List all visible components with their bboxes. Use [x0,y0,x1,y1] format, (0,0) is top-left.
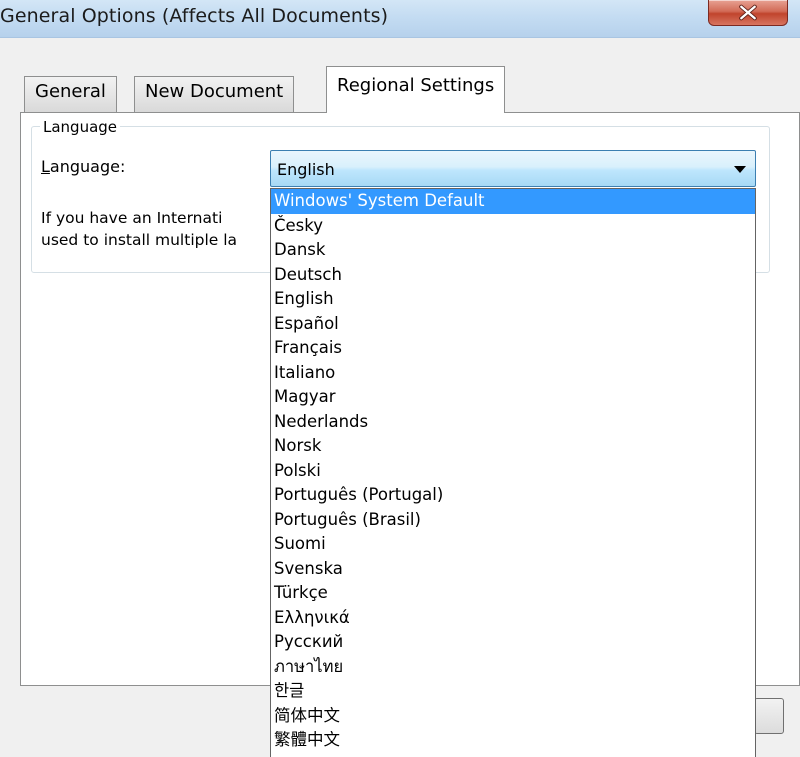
dropdown-option[interactable]: Česky [271,214,755,239]
tab-general[interactable]: General [24,76,117,112]
dropdown-option[interactable]: 한글 [271,679,755,704]
dialog-button[interactable] [754,698,784,734]
label-text: anguage: [49,157,126,176]
dropdown-option[interactable]: Nederlands [271,410,755,435]
dropdown-option[interactable]: Italiano [271,361,755,386]
info-line-1: If you have an Internati [41,209,223,227]
chevron-down-icon[interactable] [734,166,746,174]
dropdown-option[interactable]: Magyar [271,385,755,410]
title-bar: General Options (Affects All Documents) [0,0,800,38]
close-button[interactable] [708,0,788,26]
dropdown-option[interactable]: Português (Brasil) [271,508,755,533]
language-field-label: Language: [41,157,125,176]
dropdown-option[interactable]: ภาษาไทย [271,655,755,680]
close-icon [739,4,757,21]
dropdown-option[interactable]: Deutsch [271,263,755,288]
tab-regional-settings[interactable]: Regional Settings [326,66,506,113]
info-text: If you have an Internati used to install… [41,207,281,251]
tab-label: New Document [145,81,284,102]
language-combobox[interactable]: English [270,150,756,187]
dropdown-option[interactable]: Ελληνικά [271,606,755,631]
dropdown-option[interactable]: 简体中文 [271,704,755,729]
group-legend: Language [40,118,121,136]
dropdown-option[interactable]: Français [271,336,755,361]
dropdown-option[interactable]: Dansk [271,238,755,263]
dropdown-option[interactable]: Português (Portugal) [271,483,755,508]
language-dropdown-list[interactable]: Windows' System Default Česky Dansk Deutsch… [270,188,756,757]
dropdown-option[interactable]: Norsk [271,434,755,459]
info-line-2: used to install multiple la [41,231,238,249]
dropdown-option[interactable]: Polski [271,459,755,484]
dropdown-option[interactable]: Русский [271,630,755,655]
tab-label: Regional Settings [337,75,495,96]
window-title: General Options (Affects All Documents) [0,5,389,27]
dropdown-option[interactable]: Windows' System Default [271,189,755,214]
dropdown-option[interactable]: Türkçe [271,581,755,606]
dropdown-option[interactable]: Español [271,312,755,337]
dropdown-option[interactable]: English [271,287,755,312]
combo-selected-value: English [277,160,335,179]
dropdown-option[interactable]: Suomi [271,532,755,557]
dropdown-option[interactable]: 繁體中文 [271,728,755,753]
tab-new-document[interactable]: New Document [134,76,295,112]
dropdown-option[interactable]: Svenska [271,557,755,582]
access-key: L [41,157,50,176]
tab-label: General [35,81,106,102]
